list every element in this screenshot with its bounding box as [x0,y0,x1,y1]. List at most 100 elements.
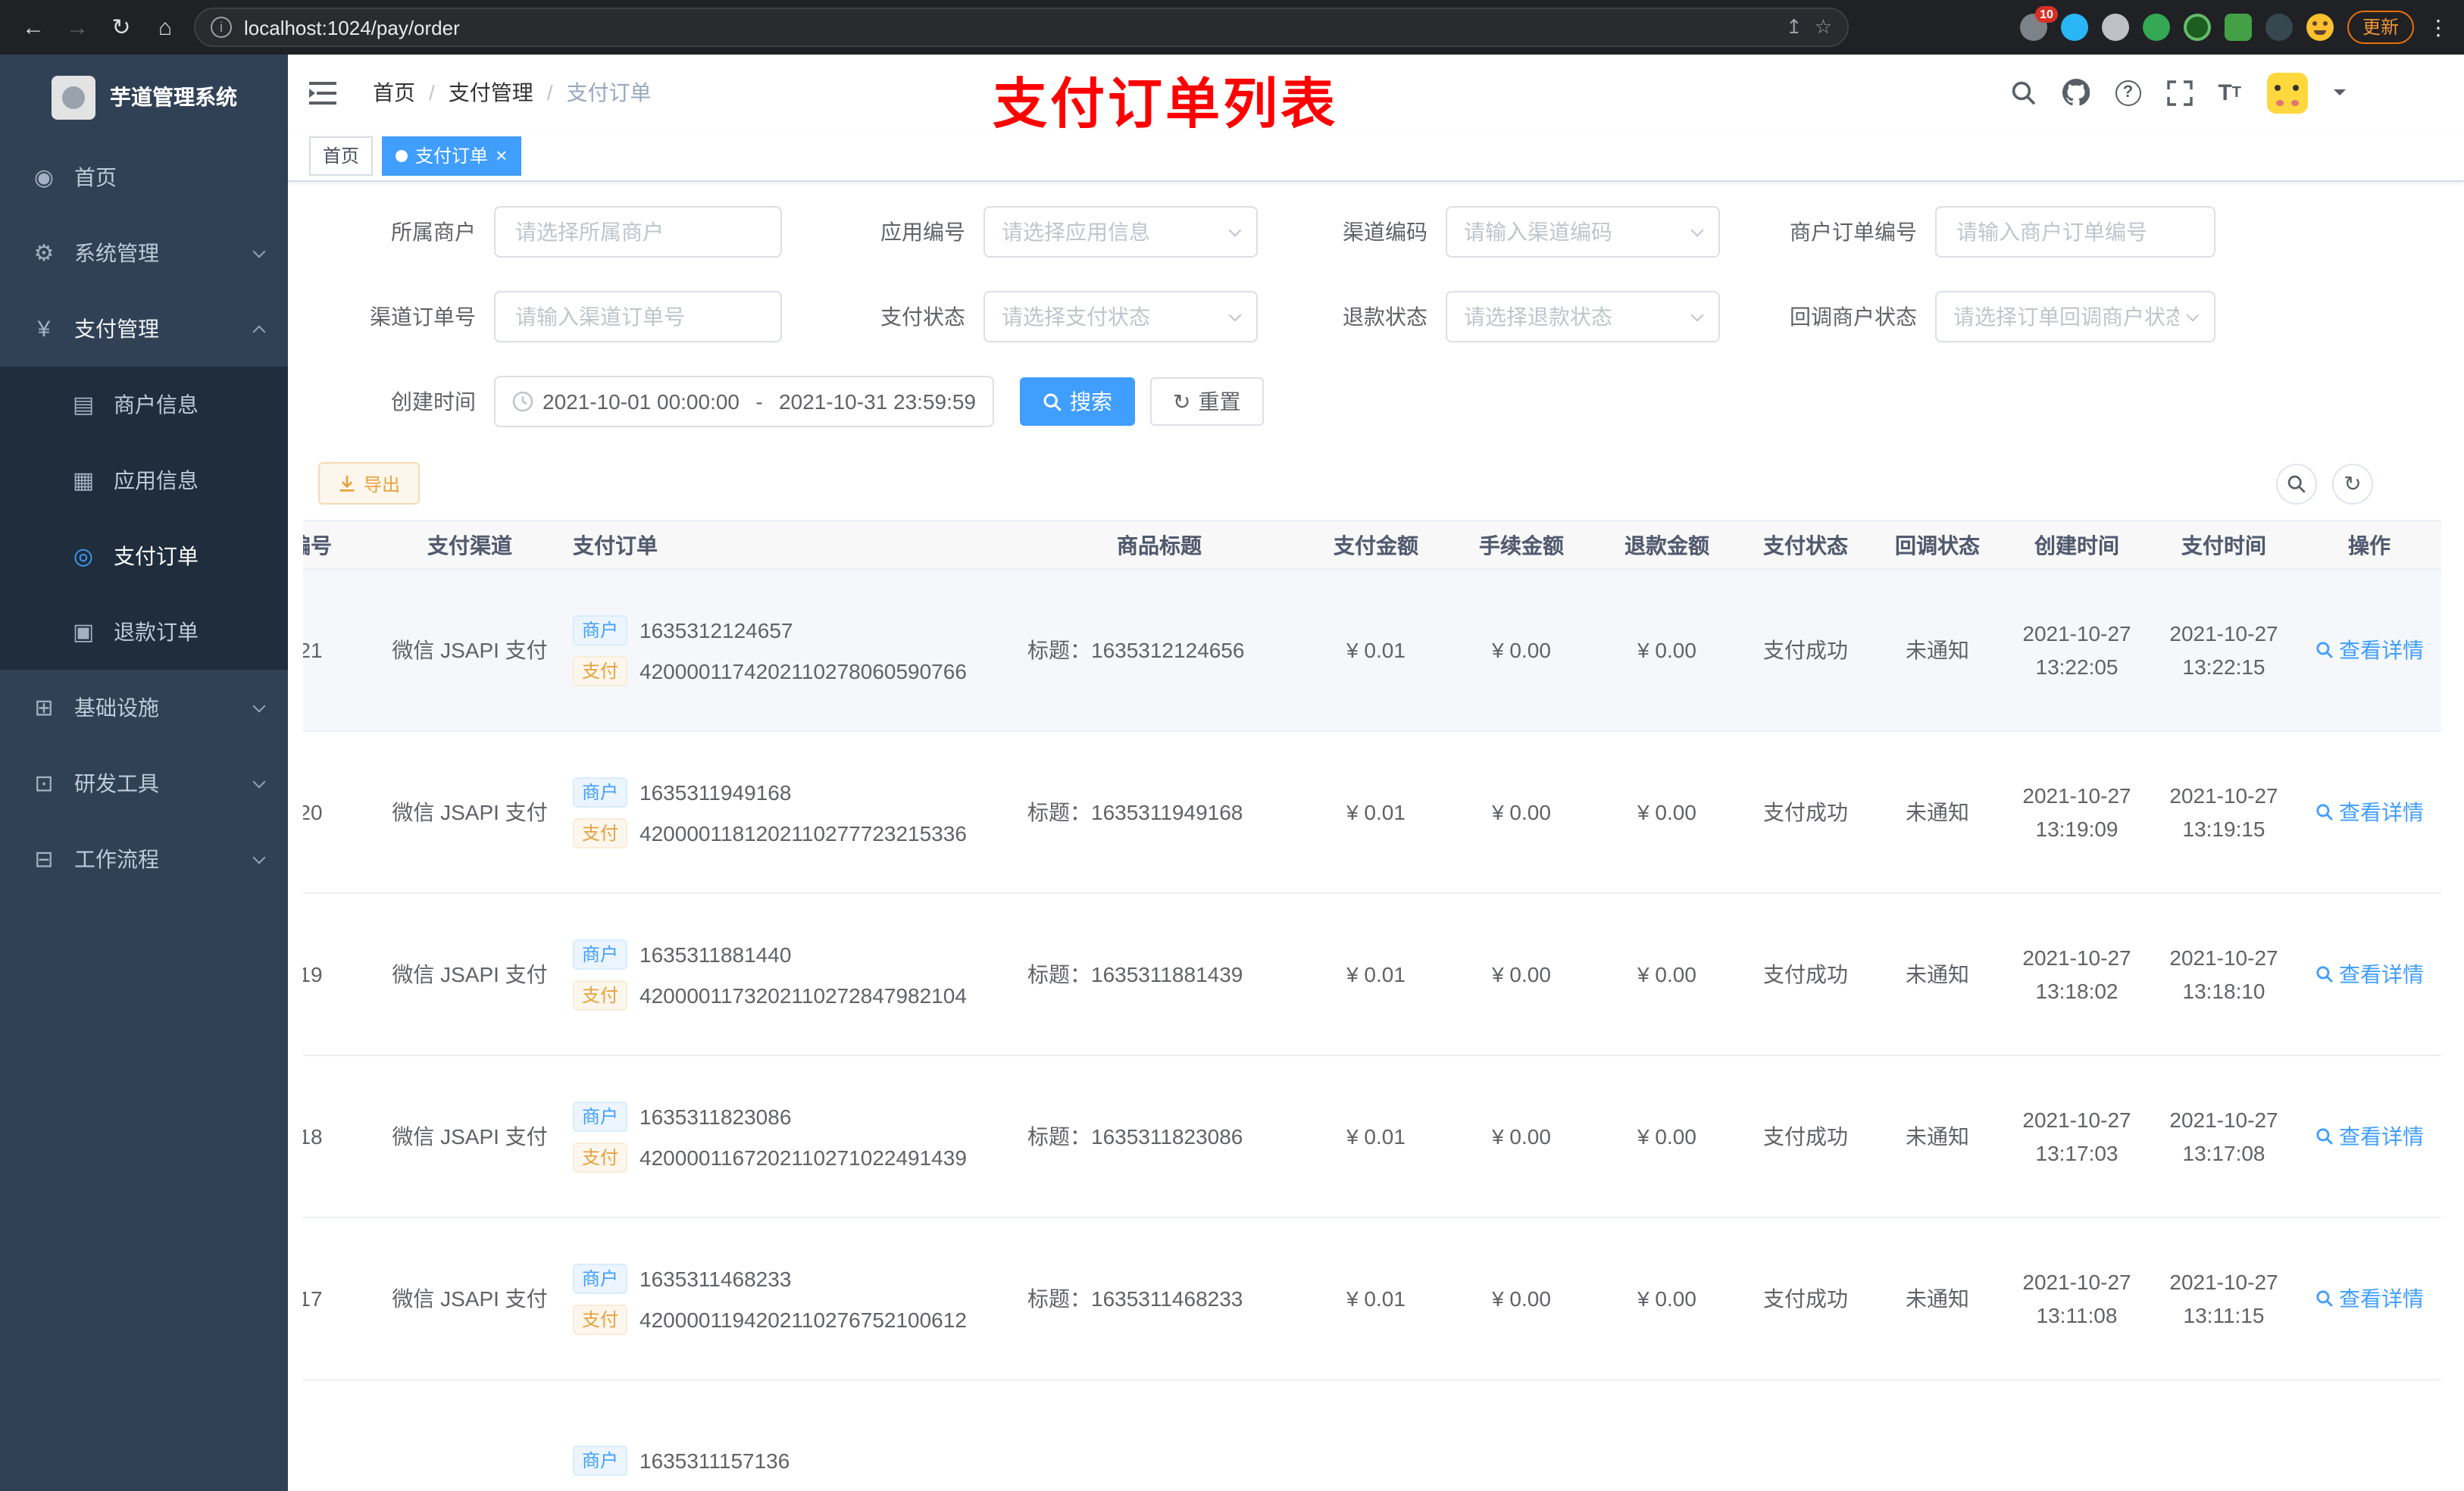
app-select[interactable]: 请选择应用信息 [983,206,1258,258]
search-button[interactable]: 搜索 [1020,377,1135,426]
cell-id: 17 [303,1217,379,1380]
sidebar-item-home[interactable]: ◉ 首页 [0,139,288,215]
extension-badge: 10 [2035,6,2058,23]
refresh-table-button[interactable]: ↻ [2332,463,2373,504]
tab-pay-order[interactable]: 支付订单 × [382,136,521,175]
extension-icon[interactable] [2060,14,2088,41]
merchant-tag: 商户 [573,614,628,645]
help-icon[interactable]: ? [2115,80,2141,105]
sidebar-item-workflow[interactable]: ⊟ 工作流程 [0,821,288,897]
toggle-search-button[interactable] [2276,463,2317,504]
sidebar-item-payment[interactable]: ¥ 支付管理 [0,291,288,367]
channel-code-select[interactable]: 请输入渠道编码 [1446,206,1720,258]
view-detail-link[interactable]: 查看详情 [2315,1119,2424,1152]
profile-avatar[interactable] [2306,14,2334,41]
payment-submenu: ▤ 商户信息 ▦ 应用信息 ◎ 支付订单 ▣ 退款订单 [0,367,288,670]
sidebar-item-dev-tools[interactable]: ⊡ 研发工具 [0,746,288,821]
cell-channel: 微信 JSAPI 支付 [379,569,561,732]
table-toolbar: 导出 ↻ [318,462,2373,505]
extension-icon[interactable] [2265,14,2293,41]
breadcrumb-home[interactable]: 首页 [373,77,415,108]
screen: ← → ↻ ⌂ i localhost:1024/pay/order ↥ ☆ 1… [0,0,2464,1491]
chevron-down-icon [1690,308,1704,321]
sidebar-item-refund-order[interactable]: ▣ 退款订单 [0,594,288,670]
cell-title: 标题：1635311881439 [1015,893,1303,1056]
page-info-icon[interactable]: i [211,17,232,38]
cell-pay-status: 支付成功 [1740,1217,1871,1380]
merchant-input[interactable] [494,206,782,258]
breadcrumb-payment[interactable]: 支付管理 [449,77,533,108]
refund-status-select[interactable]: 请选择退款状态 [1446,291,1720,342]
table-row: 21 微信 JSAPI 支付 商户 1635312124657 支付 42000… [303,569,2441,732]
font-size-icon[interactable]: TT [2218,80,2241,105]
cell-callback-status: 未通知 [1871,1055,2003,1218]
view-detail-link[interactable]: 查看详情 [2315,1281,2424,1314]
browser-home-button[interactable]: ⌂ [150,14,180,40]
user-avatar[interactable] [2267,72,2308,113]
browser-menu-icon[interactable]: ⋮ [2428,14,2449,40]
cell-id: 18 [303,1055,379,1218]
merchant-card-icon: ▤ [72,392,95,418]
browser-forward-button[interactable]: → [62,14,92,40]
cell-fee-amount: ¥ 0.00 [1449,893,1594,1056]
cell-pay-status: 支付成功 [1740,1055,1871,1218]
cell-create-time: 2021-10-27 13:18:02 [2003,893,2150,1056]
logo: 芋道管理系统 [0,55,288,139]
sidebar-item-infrastructure[interactable]: ⊞ 基础设施 [0,670,288,746]
url-text[interactable]: localhost:1024/pay/order [244,16,1774,39]
pay-status-select[interactable]: 请选择支付状态 [983,291,1258,342]
view-detail-link[interactable]: 查看详情 [2315,633,2424,666]
cell-pay-status: 支付成功 [1740,893,1871,1056]
extension-icon[interactable] [2101,14,2129,41]
browser-update-button[interactable]: 更新 [2347,11,2414,44]
tab-home[interactable]: 首页 [309,136,374,175]
table-body: 21 微信 JSAPI 支付 商户 1635312124657 支付 42000… [303,569,2441,1491]
cell-pay-order: 商户 1635311468233 支付 42000011942021102767… [561,1217,1015,1380]
col-create-time: 创建时间 [2003,520,2150,570]
sidebar-item-app-info[interactable]: ▦ 应用信息 [0,442,288,518]
callback-status-select[interactable]: 请选择订单回调商户状态 [1935,291,2215,342]
table-row: 商户 1635311157136 支付 [303,1380,2441,1491]
col-fee-amount: 手续金额 [1449,520,1594,570]
cell-pay-amount: ¥ 0.01 [1303,893,1449,1056]
cell-pay-order: 商户 1635311881440 支付 42000011732021102728… [561,893,1015,1056]
extension-icon[interactable] [2224,14,2252,41]
sidebar-item-system[interactable]: ⚙ 系统管理 [0,215,288,291]
cell-pay-order: 商户 1635312124657 支付 42000011742021102780… [561,569,1015,732]
browser-refresh-button[interactable]: ↻ [106,14,136,41]
merchant-order-no-input[interactable] [1935,206,2215,258]
extension-icon[interactable] [2142,14,2170,41]
view-detail-link[interactable]: 查看详情 [2315,795,2424,828]
dashboard-icon: ◉ [33,165,55,191]
fullscreen-icon[interactable] [2166,80,2193,105]
app-title: 芋道管理系统 [110,85,237,109]
cell-pay-time [2150,1380,2297,1491]
sidebar-toggle-icon[interactable] [309,81,336,104]
view-detail-link[interactable]: 查看详情 [2315,957,2424,990]
col-pay-status: 支付状态 [1740,520,1871,570]
close-icon[interactable]: × [496,145,507,165]
sidebar-item-pay-order[interactable]: ◎ 支付订单 [0,518,288,594]
address-bar[interactable]: i localhost:1024/pay/order ↥ ☆ [194,8,1849,47]
extension-icon[interactable] [2183,14,2211,41]
extension-icon[interactable]: 10 [2019,6,2058,41]
bookmark-star-icon[interactable]: ☆ [1815,15,1832,39]
avatar-caret-icon[interactable] [2334,89,2346,102]
orders-table[interactable]: 编号 支付渠道 支付订单 商品标题 支付金额 手续金额 退款金额 支付状态 回调… [303,520,2449,1491]
cell-title [1015,1380,1303,1491]
sidebar-item-merchant-info[interactable]: ▤ 商户信息 [0,367,288,442]
red-annotation-title: 支付订单列表 [993,73,1339,135]
reset-button[interactable]: ↻ 重置 [1150,377,1264,426]
export-button[interactable]: 导出 [318,462,421,505]
cell-fee-amount: ¥ 0.00 [1449,1055,1594,1218]
browser-back-button[interactable]: ← [18,14,48,40]
share-icon[interactable]: ↥ [1786,15,1803,39]
create-time-range-picker[interactable]: 2021-10-01 00:00:00 - 2021-10-31 23:59:5… [494,376,994,427]
cell-pay-time: 2021-10-27 13:22:15 [2150,569,2297,732]
github-icon[interactable] [2062,79,2090,106]
cell-fee-amount [1449,1380,1594,1491]
topbar: 首页 / 支付管理 / 支付订单 支付订单列表 ? T T [288,55,2464,135]
cell-create-time: 2021-10-27 13:11:08 [2003,1217,2150,1380]
channel-order-no-input[interactable] [494,291,782,342]
header-search-icon[interactable] [2010,80,2036,105]
